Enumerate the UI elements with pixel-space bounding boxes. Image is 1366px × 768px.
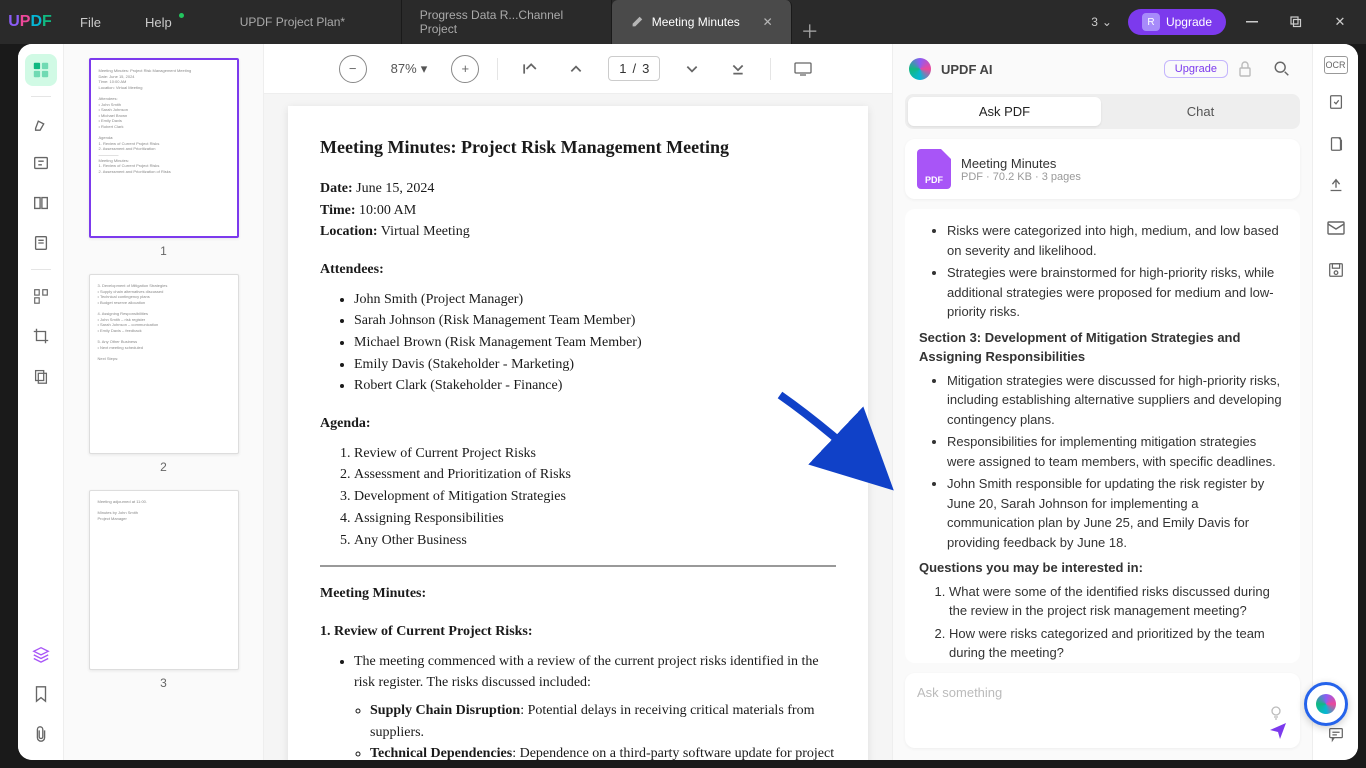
ai-tabs: Ask PDF Chat [905,94,1300,129]
tool-book[interactable] [25,187,57,219]
titlebar-right: 3 ⌄ R Upgrade ✕ [1083,7,1366,37]
updf-ai-logo-icon [909,58,931,80]
thumbnail-3[interactable]: Meeting adjourned at 11:00.Minutes by Jo… [89,490,239,690]
search-icon[interactable] [1268,55,1296,83]
ai-tab-chat[interactable]: Chat [1104,97,1297,126]
last-page-button[interactable] [724,55,752,83]
send-button[interactable] [1268,720,1288,740]
ai-response: Risks were categorized into high, medium… [905,209,1300,663]
tool-organize[interactable] [25,280,57,312]
zoom-level[interactable]: 87% ▾ [385,61,434,77]
pdf-icon: PDF [917,149,951,189]
attendees-list: John Smith (Project Manager) Sarah Johns… [320,289,836,397]
thumbnail-2[interactable]: 3. Development of Mitigation Strategies•… [89,274,239,474]
menu-file[interactable]: File [60,9,121,36]
doc-count[interactable]: 3 ⌄ [1083,12,1120,32]
tool-thumbnails[interactable] [25,54,57,86]
save-icon[interactable] [1322,256,1350,284]
thumb-num: 3 [89,676,239,690]
document-toolbar: − 87% ▾ + 1 / 3 [264,44,892,94]
pencil-icon [630,15,644,29]
export-icon[interactable] [1322,172,1350,200]
present-button[interactable] [789,55,817,83]
tab-label: Progress Data R...Channel Project [420,8,593,36]
close-button[interactable]: ✕ [1322,7,1358,37]
ai-fab-button[interactable] [1304,682,1348,726]
avatar: R [1142,13,1160,31]
zoom-in-button[interactable]: + [451,55,479,83]
tool-layers[interactable] [25,638,57,670]
ai-header: UPDF AI Upgrade [893,44,1312,94]
main-frame: Meeting Minutes: Project Risk Management… [18,44,1358,760]
close-icon[interactable]: ✕ [763,15,773,29]
next-page-button[interactable] [678,55,706,83]
tab-label: UPDF Project Plan* [240,15,345,29]
main-menu: File Help [60,9,192,36]
left-rail [18,44,64,760]
thumbnail-1[interactable]: Meeting Minutes: Project Risk Management… [89,58,239,258]
thumb-num: 1 [89,244,239,258]
convert-icon[interactable] [1322,88,1350,116]
upgrade-button[interactable]: R Upgrade [1128,9,1226,35]
right-rail: OCR [1312,44,1358,760]
tool-text[interactable] [25,147,57,179]
ocr-icon[interactable]: OCR [1324,56,1348,74]
page-title: Meeting Minutes: Project Risk Management… [320,134,836,162]
tab-doc-3[interactable]: Meeting Minutes ✕ [612,0,792,44]
ai-logo-icon [1316,694,1336,714]
first-page-button[interactable] [516,55,544,83]
ai-doc-name: Meeting Minutes [961,156,1081,171]
ai-tab-ask[interactable]: Ask PDF [908,97,1101,126]
minimize-button[interactable] [1234,7,1270,37]
page-indicator[interactable]: 1 / 3 [608,56,660,81]
tab-add-button[interactable]: ＋ [792,18,828,44]
tool-bookmark[interactable] [25,678,57,710]
document-page: Meeting Minutes: Project Risk Management… [288,106,868,760]
ai-title: UPDF AI [941,62,1154,77]
menu-help[interactable]: Help [125,9,192,36]
tab-doc-1[interactable]: UPDF Project Plan* [222,0,402,44]
agenda-list: Review of Current Project Risks Assessme… [320,443,836,551]
ai-input-container [905,673,1300,748]
ai-panel: UPDF AI Upgrade Ask PDF Chat PDF Meeting… [892,44,1312,760]
thumb-num: 2 [89,460,239,474]
thumbnails-panel: Meeting Minutes: Project Risk Management… [64,44,264,760]
chevron-down-icon: ▾ [421,61,428,77]
tool-duplicate[interactable] [25,360,57,392]
ai-doc-card[interactable]: PDF Meeting Minutes PDF · 70.2 KB · 3 pa… [905,139,1300,199]
lock-icon [1238,61,1252,77]
lightbulb-icon[interactable] [1268,704,1284,720]
ai-input[interactable] [917,681,1288,704]
tool-crop[interactable] [25,320,57,352]
app-logo: UPDF [0,13,60,31]
mail-icon[interactable] [1322,214,1350,242]
ai-upgrade-button[interactable]: Upgrade [1164,60,1228,78]
document-scroll[interactable]: Meeting Minutes: Project Risk Management… [264,94,892,760]
ai-doc-info: PDF · 70.2 KB · 3 pages [961,171,1081,183]
document-area: − 87% ▾ + 1 / 3 Meeting Minutes: Project… [264,44,892,760]
tool-highlight[interactable] [25,107,57,139]
compress-icon[interactable] [1322,130,1350,158]
document-tabs: UPDF Project Plan* Progress Data R...Cha… [222,0,828,44]
tool-note[interactable] [25,227,57,259]
tab-label: Meeting Minutes [652,15,740,29]
prev-page-button[interactable] [562,55,590,83]
chevron-down-icon: ⌄ [1102,15,1112,29]
maximize-button[interactable] [1278,7,1314,37]
tool-attachment[interactable] [25,718,57,750]
tab-doc-2[interactable]: Progress Data R...Channel Project [402,0,612,44]
zoom-out-button[interactable]: − [339,55,367,83]
titlebar: UPDF File Help UPDF Project Plan* Progre… [0,0,1366,44]
